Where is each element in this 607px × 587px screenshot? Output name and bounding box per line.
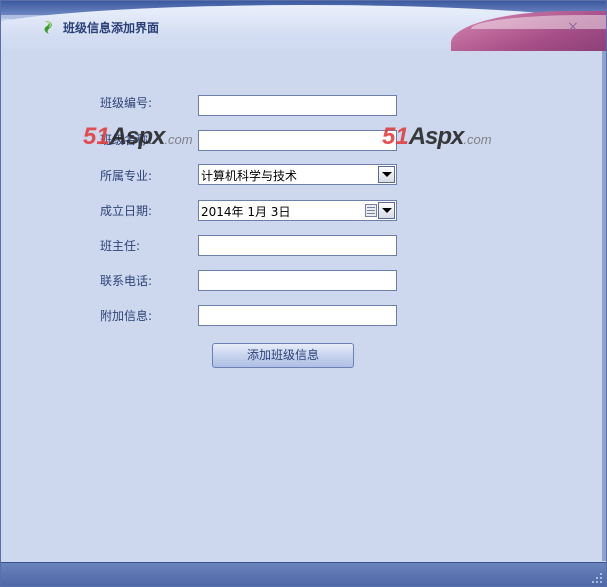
class-info-add-window: 管 班级信息添加界面 × 班级编号: 班级名称: 所属专业: 计算机科学与技术 … <box>0 0 607 587</box>
extra-info-input[interactable] <box>198 305 397 326</box>
class-id-input[interactable] <box>198 95 397 116</box>
calendar-icon[interactable] <box>365 204 377 217</box>
resize-grip-icon[interactable] <box>591 572 603 584</box>
founding-date-label: 成立日期: <box>100 204 153 218</box>
phone-label: 联系电话: <box>100 274 153 288</box>
title-bar[interactable]: 管 班级信息添加界面 × <box>1 1 606 51</box>
major-label: 所属专业: <box>100 169 153 183</box>
status-bar <box>1 562 606 586</box>
window-title: 班级信息添加界面 <box>63 21 160 35</box>
head-teacher-label: 班主任: <box>100 239 141 253</box>
add-class-button[interactable]: 添加班级信息 <box>212 343 354 368</box>
watermark-logo: 51Aspx.com <box>382 123 492 150</box>
major-select[interactable]: 计算机科学与技术 <box>198 164 397 185</box>
phone-input[interactable] <box>198 270 397 291</box>
watermark-logo: 51Aspx.com <box>83 123 193 150</box>
close-icon[interactable]: × <box>567 20 579 34</box>
class-name-input[interactable] <box>198 130 397 151</box>
founding-date-value: 2014年 1月 3日 <box>201 205 291 219</box>
major-selected-value: 计算机科学与技术 <box>201 169 298 183</box>
chevron-down-icon[interactable] <box>378 166 395 183</box>
head-teacher-input[interactable] <box>198 235 397 256</box>
chevron-down-icon[interactable] <box>378 202 395 219</box>
founding-date-picker[interactable]: 2014年 1月 3日 <box>198 200 397 221</box>
window-right-edge <box>602 51 606 561</box>
class-id-label: 班级编号: <box>100 96 153 110</box>
app-leaf-icon <box>44 21 52 34</box>
extra-info-label: 附加信息: <box>100 309 153 323</box>
